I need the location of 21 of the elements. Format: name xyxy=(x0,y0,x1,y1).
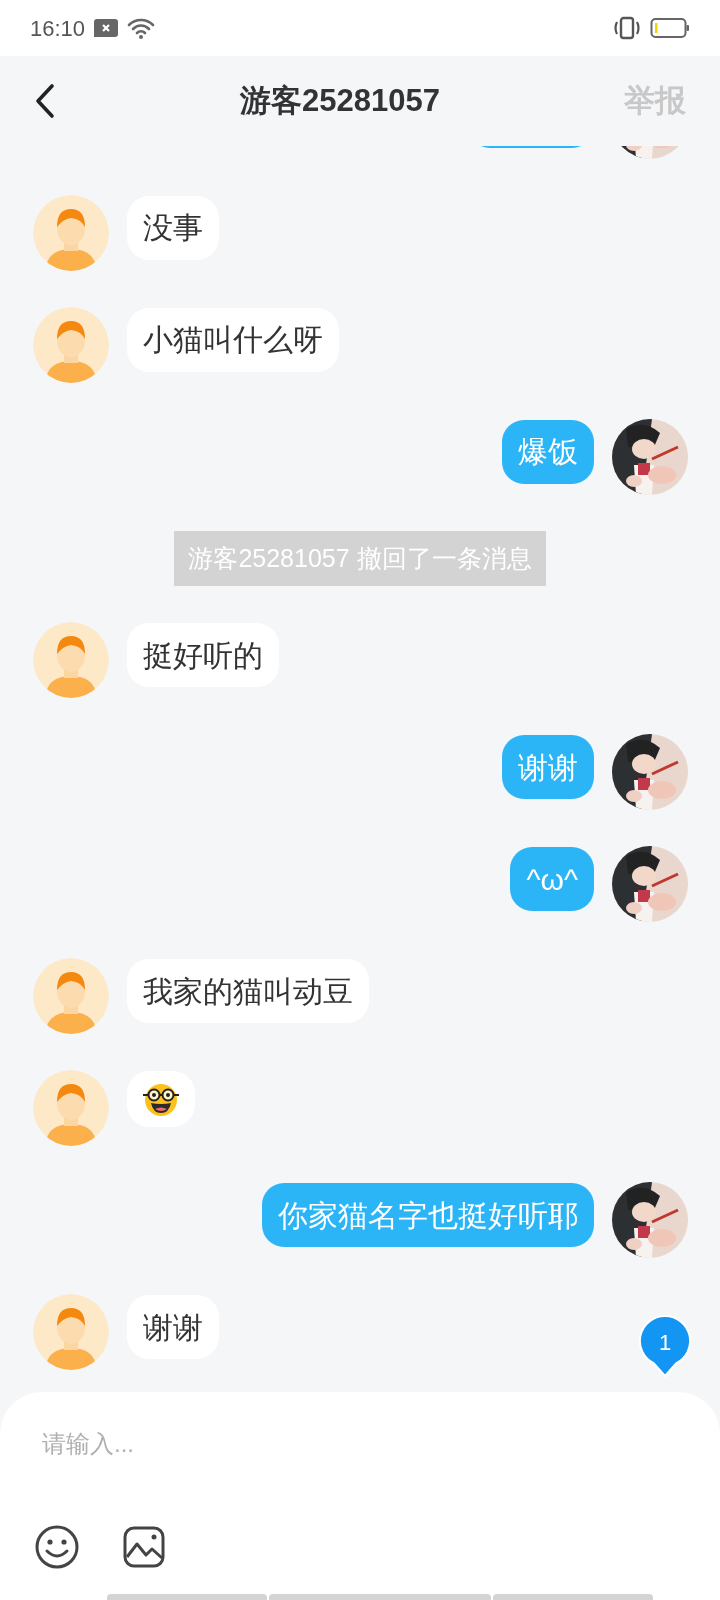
message-bubble: 我家的猫叫动豆 xyxy=(127,959,369,1023)
status-time: 16:10 xyxy=(30,14,86,43)
message-bubble: 你家猫名字也挺好听耶 xyxy=(262,1183,594,1247)
battery-icon xyxy=(650,17,690,39)
message-bubble: 挺好听的 xyxy=(127,623,279,687)
emoji-icon[interactable] xyxy=(34,1524,80,1570)
chat-title: 游客25281057 xyxy=(240,81,440,120)
unread-badge[interactable]: 1 xyxy=(638,1314,692,1378)
image-icon[interactable] xyxy=(122,1525,166,1569)
nerd-face-icon xyxy=(142,1081,180,1117)
message-input[interactable]: 请输入... xyxy=(42,1422,678,1466)
vibrate-icon xyxy=(612,16,642,40)
message-bubble: 谢谢 xyxy=(127,1295,219,1359)
message-bubble: 没事 xyxy=(127,195,219,260)
sim-card-icon xyxy=(93,18,120,38)
message-bubble: 爆饭 xyxy=(502,419,594,484)
message-bubble: 谢谢 xyxy=(502,735,594,799)
wifi-icon xyxy=(127,17,156,39)
back-icon[interactable] xyxy=(34,83,56,119)
message-bubble: 小猫叫什么呀 xyxy=(127,307,339,372)
message-bubble: ^ω^ xyxy=(510,847,594,911)
